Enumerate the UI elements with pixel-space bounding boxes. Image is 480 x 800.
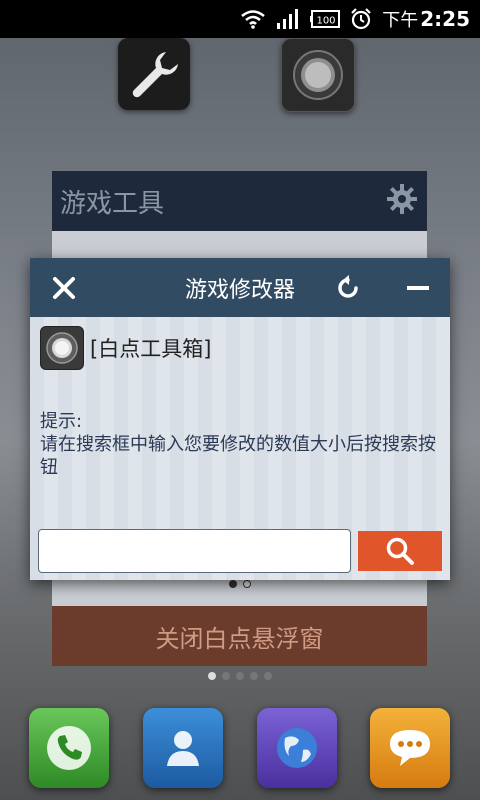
white-dot-app-icon[interactable]	[281, 38, 355, 112]
page-dot	[222, 672, 230, 680]
wrench-app-icon[interactable]	[118, 38, 190, 110]
close-icon	[53, 276, 75, 299]
app-name: [白点工具箱]	[90, 337, 212, 361]
page-dot-active	[229, 580, 237, 588]
signal-icon	[276, 9, 300, 29]
page-dot	[243, 580, 251, 588]
globe-icon	[277, 728, 317, 768]
white-dot-icon	[293, 50, 343, 100]
browser-app[interactable]	[257, 708, 337, 788]
page-dot	[236, 672, 244, 680]
game-modifier-dialog: 游戏修改器 [白点工具箱] 提示: 请在搜索框中输入您要修改的数值大小后按搜索按…	[30, 258, 450, 580]
battery-icon: 100	[310, 10, 341, 28]
close-button[interactable]	[36, 258, 92, 317]
messages-app[interactable]	[370, 708, 450, 788]
phone-icon	[47, 726, 91, 770]
dialog-header: 游戏修改器	[30, 258, 450, 317]
search-icon	[386, 537, 414, 565]
hint-label: 提示:	[40, 411, 83, 432]
selected-app: [白点工具箱]	[40, 326, 211, 370]
refresh-icon	[338, 274, 358, 298]
game-tools-title: 游戏工具	[60, 188, 165, 219]
home-page-indicator	[0, 672, 480, 680]
contacts-app[interactable]	[143, 708, 223, 788]
time-value: 2:25	[420, 7, 470, 31]
search-button[interactable]	[358, 531, 442, 571]
minimize-icon	[407, 285, 429, 290]
hint-text: 请在搜索框中输入您要修改的数值大小后按搜索按钮	[40, 434, 436, 478]
dialog-title: 游戏修改器	[184, 277, 295, 303]
page-dot	[264, 672, 272, 680]
contacts-icon	[167, 731, 199, 766]
wifi-icon	[240, 9, 266, 29]
alarm-icon	[350, 8, 372, 30]
time-period: 下午	[382, 10, 419, 31]
wrench-icon	[132, 52, 178, 98]
refresh-button[interactable]	[320, 258, 376, 317]
clock: 下午 2:25	[382, 6, 470, 32]
phone-app[interactable]	[29, 708, 109, 788]
close-float-button[interactable]: 关闭白点悬浮窗	[52, 606, 427, 666]
page-dot-active	[208, 672, 216, 680]
minimize-button[interactable]	[390, 258, 446, 317]
game-tools-header: 游戏工具	[52, 171, 427, 231]
gear-icon[interactable]	[385, 182, 419, 220]
search-input[interactable]	[38, 529, 351, 573]
page-dot	[250, 672, 258, 680]
svg-text:100: 100	[317, 16, 336, 27]
message-icon	[390, 730, 430, 766]
dock	[0, 700, 480, 800]
white-dot-icon	[40, 326, 84, 370]
status-bar: 100 下午 2:25	[0, 0, 480, 38]
hint-block: 提示: 请在搜索框中输入您要修改的数值大小后按搜索按钮	[40, 410, 440, 479]
dialog-page-indicator	[0, 580, 480, 588]
